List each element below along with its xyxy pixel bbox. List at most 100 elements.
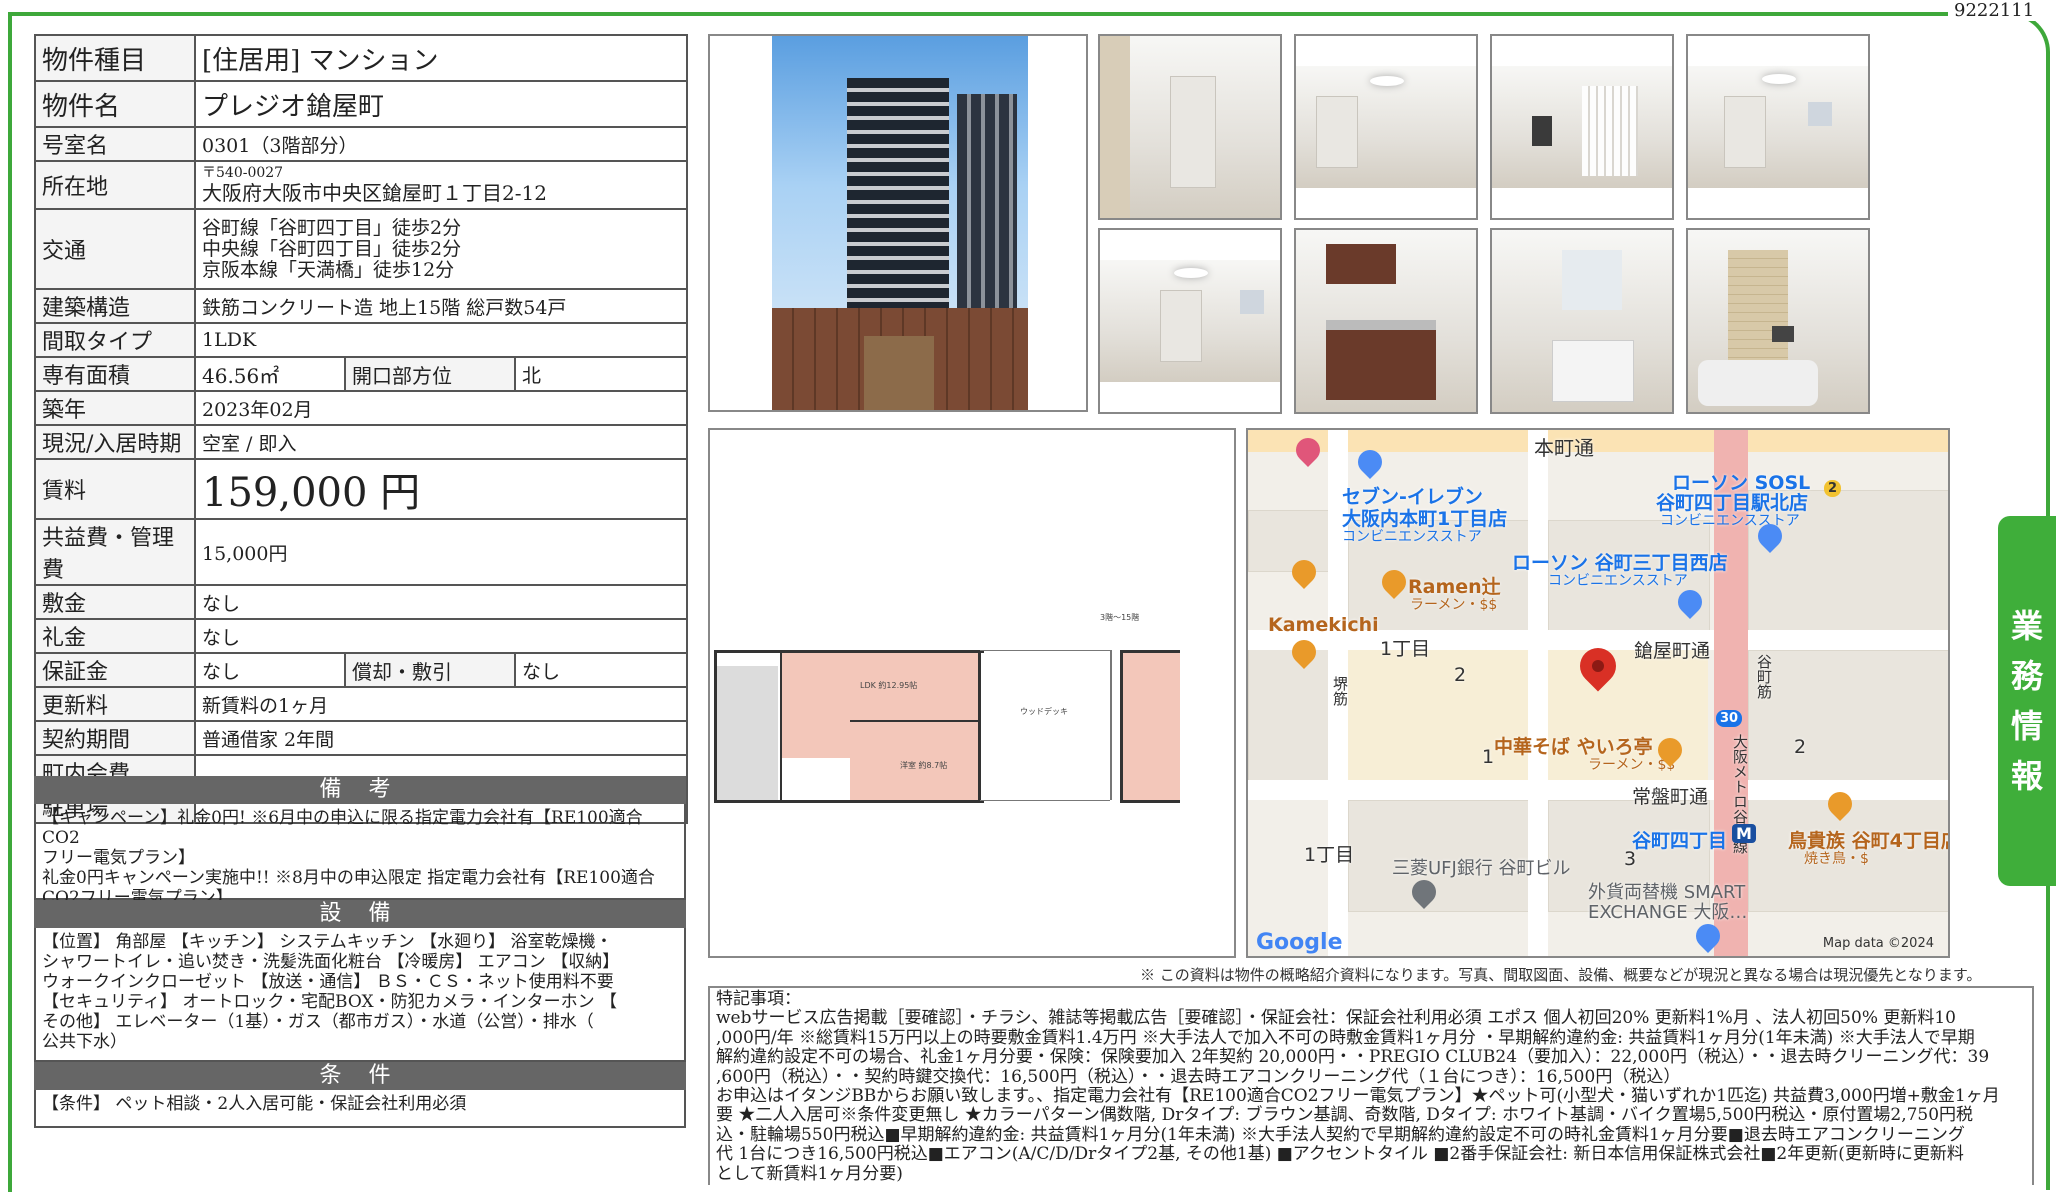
room-image — [1688, 230, 1868, 412]
notes-line: 解約違約設定不可の場合、礼金1ヶ月分要・保険：保険要加入 2年契約 20,000… — [716, 1047, 1990, 1068]
room-photo-bedroom[interactable] — [1490, 34, 1674, 220]
plan-wall — [850, 720, 980, 722]
remarks-line: 礼金0円キャンペーン実施中!! ※8月中の申込限定 指定電力会社有【RE100適… — [42, 868, 655, 888]
map-label-lawson3-category: コンビニエンスストア — [1548, 573, 1688, 589]
facilities-line: ウォークインクローゼット 【放送・通信】 ＢＳ・ＣＳ・ネット使用料不要 — [42, 972, 614, 992]
table-row: 契約期間 普通借家 2年間 — [34, 720, 689, 756]
side-tab-char: 情 — [2010, 707, 2043, 745]
map-label-smart-2[interactable]: EXCHANGE 大阪… — [1588, 898, 1747, 924]
plan-deck-wall — [1110, 650, 1112, 800]
map-label-tanimachi-suji: 谷町筋 — [1755, 654, 1773, 699]
plan-wall — [1120, 800, 1180, 803]
layout-label: 間取タイプ — [34, 322, 196, 358]
map-block — [1248, 640, 1330, 782]
table-row: 物件名 プレジオ鎗屋町 — [34, 80, 689, 128]
remarks-body: 【キャンペーン】礼金0円! ※6月中の申込に限る指定電力会社有【RE100適合C… — [34, 804, 686, 908]
plan-side-room — [1120, 650, 1180, 800]
map-label-1chome: 1丁目 — [1380, 638, 1431, 660]
fee-label: 共益費・管理費 — [34, 518, 196, 586]
plan-western-label: 洋室 約8.7帖 — [900, 761, 948, 770]
room-photo-living[interactable] — [1294, 34, 1478, 220]
special-notes: 特記事項： webサービス広告掲載［要確認］・チラシ、雑誌等掲載広告［要確認］・… — [708, 986, 2034, 1185]
transit-line: 谷町線「谷町四丁目」徒歩2分 — [202, 216, 462, 239]
map-label-kamekichi[interactable]: Kamekichi — [1268, 614, 1379, 636]
direction-label: 開口部方位 — [344, 356, 516, 392]
plan-deck-label: ウッドデッキ — [1020, 707, 1068, 716]
guarantee-value: なし — [194, 652, 346, 688]
remarks-line: 【キャンペーン】礼金0円! ※6月中の申込に限る指定電力会社有【RE100適合C… — [42, 808, 643, 848]
hallway-wall — [1100, 36, 1130, 218]
ceiling-light — [1370, 76, 1404, 86]
transit-value: 谷町線「谷町四丁目」徒歩2分 中央線「谷町四丁目」徒歩2分 京阪本線「天満橋」徒… — [193, 208, 689, 290]
kitchen-lower-cabinet — [1326, 330, 1436, 400]
deposit-value: なし — [193, 584, 689, 620]
table-row: 物件種目 [住居用] マンション — [34, 34, 689, 82]
building-photo[interactable] — [708, 34, 1088, 412]
plan-ldk-label: LDK 約12.95帖 — [860, 681, 918, 690]
neighbor-building-shape — [957, 94, 1017, 310]
map-label-tanimachi4[interactable]: 谷町四丁目 — [1632, 826, 1727, 853]
notes-line: 代 1台につき16,500円税込■エアコン(A/C/D/Drタイプ2基, その他… — [716, 1144, 1964, 1165]
deposit-label: 敷金 — [34, 584, 196, 620]
room-photo-bathroom[interactable] — [1686, 228, 1870, 414]
facilities-line: シャワートイレ・追い焚き・洗髪洗面化粧台 【冷暖房】 エアコン 【収納】 — [42, 952, 620, 972]
conditions-line: 【条件】 ペット相談・2人入居可能・保証会社利用必須 — [42, 1094, 467, 1114]
room-photo-room[interactable] — [1686, 34, 1870, 220]
notes-line: ,600円（税込）・・契約時鍵交換代：16,500円（税込）・・退去時エアコンク… — [716, 1066, 1681, 1087]
contract-value: 普通借家 2年間 — [193, 720, 689, 756]
metro-station-icon[interactable]: M — [1732, 824, 1756, 843]
closet-door — [1160, 290, 1202, 362]
room-value: 0301（3階部分） — [193, 126, 689, 162]
side-tab-char: 務 — [2010, 657, 2043, 695]
entrance-door — [864, 336, 934, 410]
floor-plan[interactable]: 3階～15階 LDK 約12.95帖 洋室 約8.7帖 ウッドデッキ — [708, 428, 1236, 958]
frame-top-border — [8, 12, 1908, 16]
side-tab-char: 業 — [2010, 607, 2043, 645]
ceiling-light — [1174, 268, 1208, 278]
side-tab-business-info[interactable]: 業 務 情 報 — [1998, 516, 2056, 886]
plan-wall — [780, 650, 782, 800]
table-row: 礼金 なし — [34, 618, 689, 654]
ceiling-light — [1762, 74, 1796, 84]
map-label-torikizoku-category: 焼き鳥・$ — [1804, 851, 1869, 867]
building-image — [772, 36, 1028, 410]
address-label: 所在地 — [34, 160, 196, 210]
location-map[interactable]: 本町通 セブン-イレブン 大阪内本町1丁目店 コンビニエンスストア ローソン S… — [1246, 428, 1950, 958]
table-row: 建築構造 鉄筋コンクリート造 地上15階 総戸数54戸 — [34, 288, 689, 324]
room-photo-hallway[interactable] — [1098, 34, 1282, 220]
rent-value: 159,000 円 — [193, 458, 689, 520]
frame-left-border — [8, 12, 12, 1192]
route-badge: 2 — [1824, 480, 1842, 497]
notes-line: 要 ★二人入居可※条件変更無し ★カラーパターン偶数階, Drタイプ: ブラウン… — [716, 1105, 1974, 1126]
area-label: 専有面積 — [34, 356, 196, 392]
map-label-mufg[interactable]: 三菱UFJ銀行 谷町ビル — [1392, 854, 1571, 880]
map-label-num-2b: 2 — [1794, 736, 1807, 758]
map-label-1chome-b: 1丁目 — [1304, 844, 1355, 866]
map-road — [1248, 430, 1948, 452]
transit-line: 中央線「谷町四丁目」徒歩2分 — [202, 237, 462, 260]
table-row: 号室名 0301（3階部分） — [34, 126, 689, 162]
table-row: 所在地 〒540-0027 大阪府大阪市中央区鎗屋町１丁目2-12 — [34, 160, 689, 210]
side-tab-char: 報 — [2010, 757, 2043, 795]
room-image — [1492, 230, 1672, 412]
floor-note-a: 3階～15階 — [1100, 613, 1140, 622]
plan-wall — [1120, 650, 1123, 800]
map-attribution: Map data ©2024 — [1822, 936, 1934, 951]
transit-line: 京阪本線「天満橋」徒歩12分 — [202, 258, 455, 281]
notes-title: 特記事項： — [716, 989, 801, 1009]
direction-value: 北 — [513, 356, 689, 392]
map-label-yariyamachi-dori: 鎗屋町通 — [1634, 640, 1711, 662]
table-row: 間取タイプ 1LDK — [34, 322, 689, 358]
room-photo-kitchen[interactable] — [1294, 228, 1478, 414]
postal-code: 〒540-0027 — [202, 165, 284, 181]
room-image — [1688, 66, 1868, 188]
table-row: 保証金 なし 償却・敷引 なし — [34, 652, 689, 688]
table-row: 交通 谷町線「谷町四丁目」徒歩2分 中央線「谷町四丁目」徒歩2分 京阪本線「天満… — [34, 208, 689, 290]
structure-label: 建築構造 — [34, 288, 196, 324]
type-value: [住居用] マンション — [193, 34, 689, 82]
room-photo-washroom[interactable] — [1490, 228, 1674, 414]
facilities-line: 【位置】 角部屋 【キッチン】 システムキッチン 【水廻り】 浴室乾燥機・ — [42, 932, 613, 952]
table-row: 敷金 なし — [34, 584, 689, 620]
property-table: 物件種目 [住居用] マンション 物件名 プレジオ鎗屋町 号室名 0301（3階… — [34, 34, 689, 824]
room-photo-western[interactable] — [1098, 228, 1282, 414]
